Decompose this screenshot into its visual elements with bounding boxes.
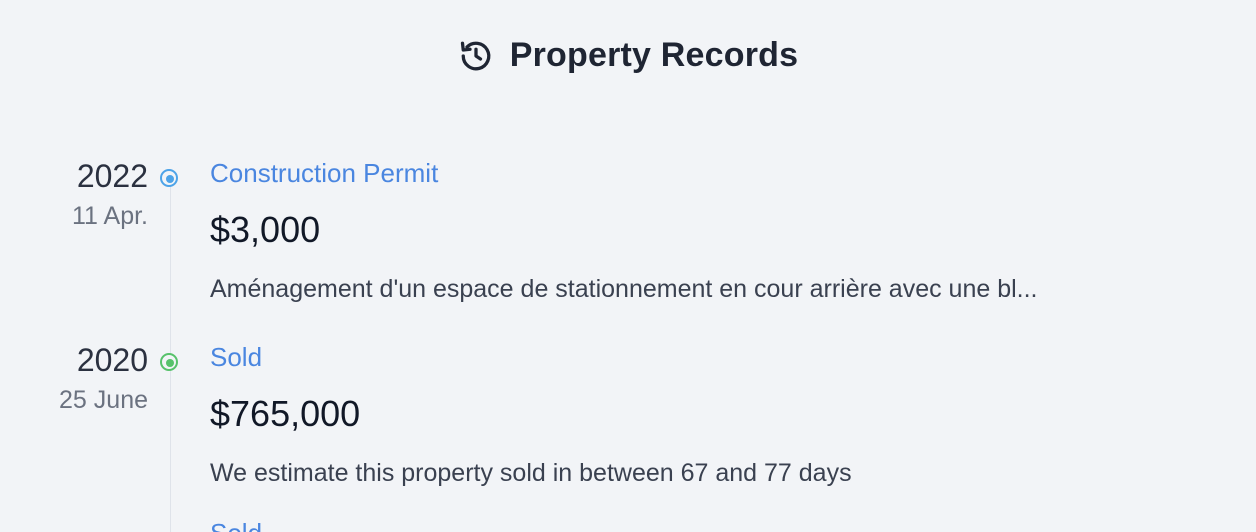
entry-type-link[interactable]: Construction Permit [210,158,1216,188]
entry-price: $765,000 [210,393,361,434]
entry-day: 25 June [59,386,148,414]
entry-content: Construction Permit $3,000 Aménagement d… [210,158,1216,304]
entry-type-link[interactable]: Sold [210,342,1216,372]
section-header: Property Records [0,36,1256,75]
page-title: Property Records [509,36,799,74]
entry-content: Sold $765,000 We estimate this property … [210,342,1216,488]
property-records-page: Property Records 2022 11 Apr. Constructi… [0,0,1256,532]
entry-price: $3,000 [210,209,321,250]
timeline-dot-icon [160,169,178,187]
history-icon [458,38,494,74]
timeline-dot-icon [160,353,178,371]
entry-date: 2022 11 Apr. [0,158,148,230]
entry-day: 11 Apr. [72,202,148,230]
entry-date: 2020 25 June [0,342,148,414]
entry-description: Aménagement d'un espace de stationnement… [210,275,1038,303]
entry-year: 2022 [76,158,148,194]
entry-type-link[interactable]: Sold [210,518,262,532]
entry-description: We estimate this property sold in betwee… [210,459,852,487]
entry-year: 2020 [76,342,148,378]
